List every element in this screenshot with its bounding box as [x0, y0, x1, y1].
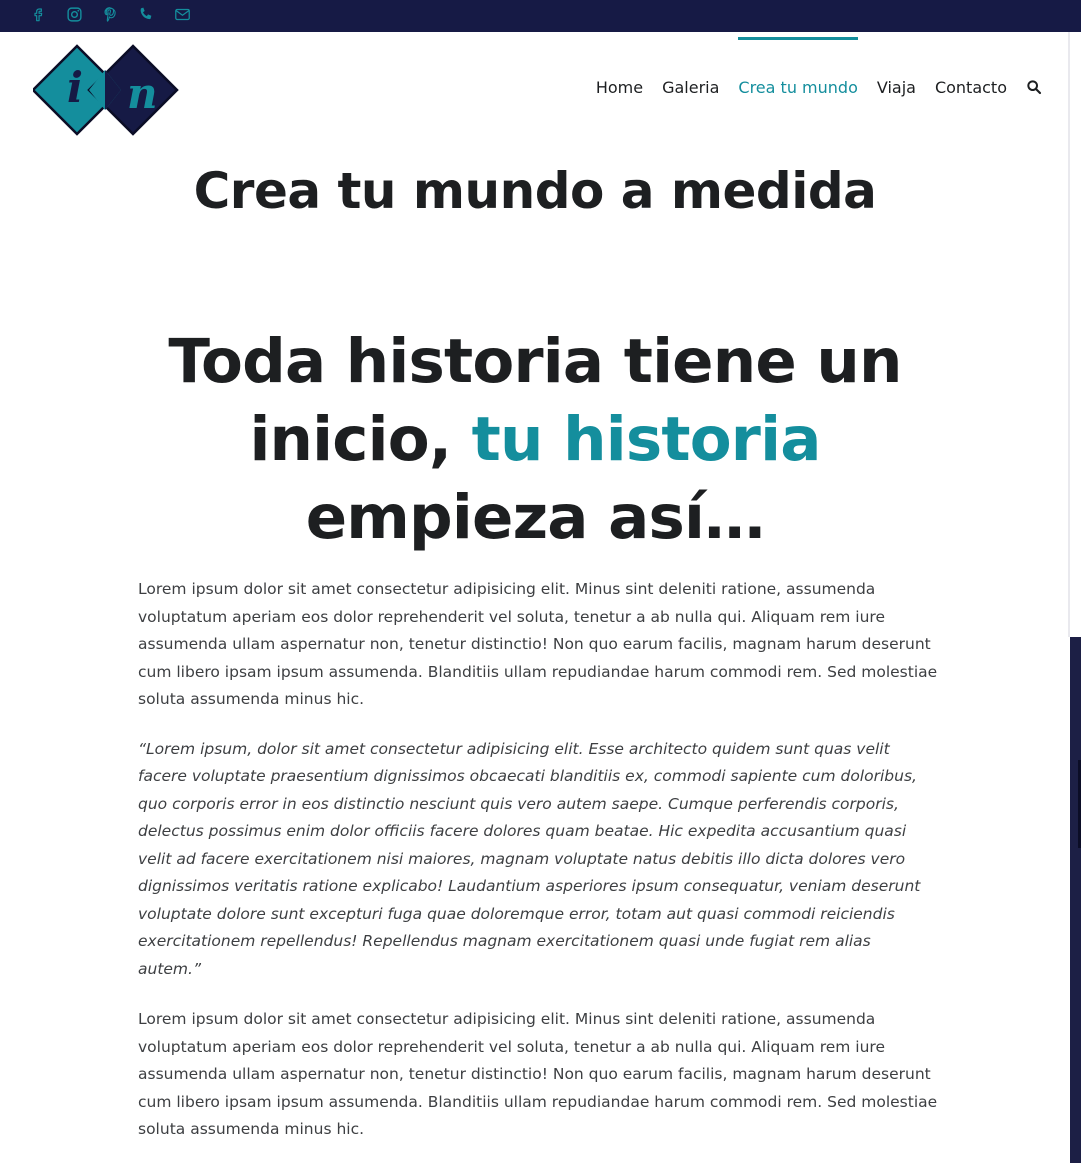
nav-item-home[interactable]: Home — [596, 37, 643, 137]
logo-letter-n: n — [127, 69, 158, 118]
logo-letter-i: i — [67, 63, 83, 112]
facebook-icon[interactable] — [28, 4, 48, 24]
paragraph-intro: Lorem ipsum dolor sit amet consectetur a… — [138, 580, 938, 708]
nav-item-viaja[interactable]: Viaja — [877, 37, 916, 137]
pinterest-icon[interactable] — [100, 4, 120, 24]
hero-text-accent: tu historia — [471, 404, 822, 475]
hero-heading: Toda historia tiene un inicio, tu histor… — [130, 323, 940, 557]
scrollbar-thumb[interactable] — [1068, 32, 1081, 637]
blockquote: “Lorem ipsum, dolor sit amet consectetur… — [138, 739, 921, 978]
page-title: Crea tu mundo a medida — [193, 162, 877, 220]
main-nav: Home Galeria Crea tu mundo Viaja Contact… — [577, 37, 1042, 137]
nav-item-contacto[interactable]: Contacto — [935, 37, 1007, 137]
search-icon[interactable] — [1026, 37, 1042, 137]
hero-text-end: empieza así… — [305, 482, 765, 553]
nav-item-galeria[interactable]: Galeria — [662, 37, 719, 137]
phone-icon[interactable] — [136, 4, 156, 24]
email-icon[interactable] — [172, 4, 192, 24]
social-bar — [0, 0, 1081, 32]
paragraph-outro: Lorem ipsum dolor sit amet consectetur a… — [138, 1010, 938, 1138]
site-logo[interactable]: i n — [31, 44, 181, 136]
article-body: Lorem ipsum dolor sit amet consectetur a… — [138, 576, 938, 1166]
nav-item-crea-tu-mundo[interactable]: Crea tu mundo — [738, 37, 859, 137]
instagram-icon[interactable] — [64, 4, 84, 24]
